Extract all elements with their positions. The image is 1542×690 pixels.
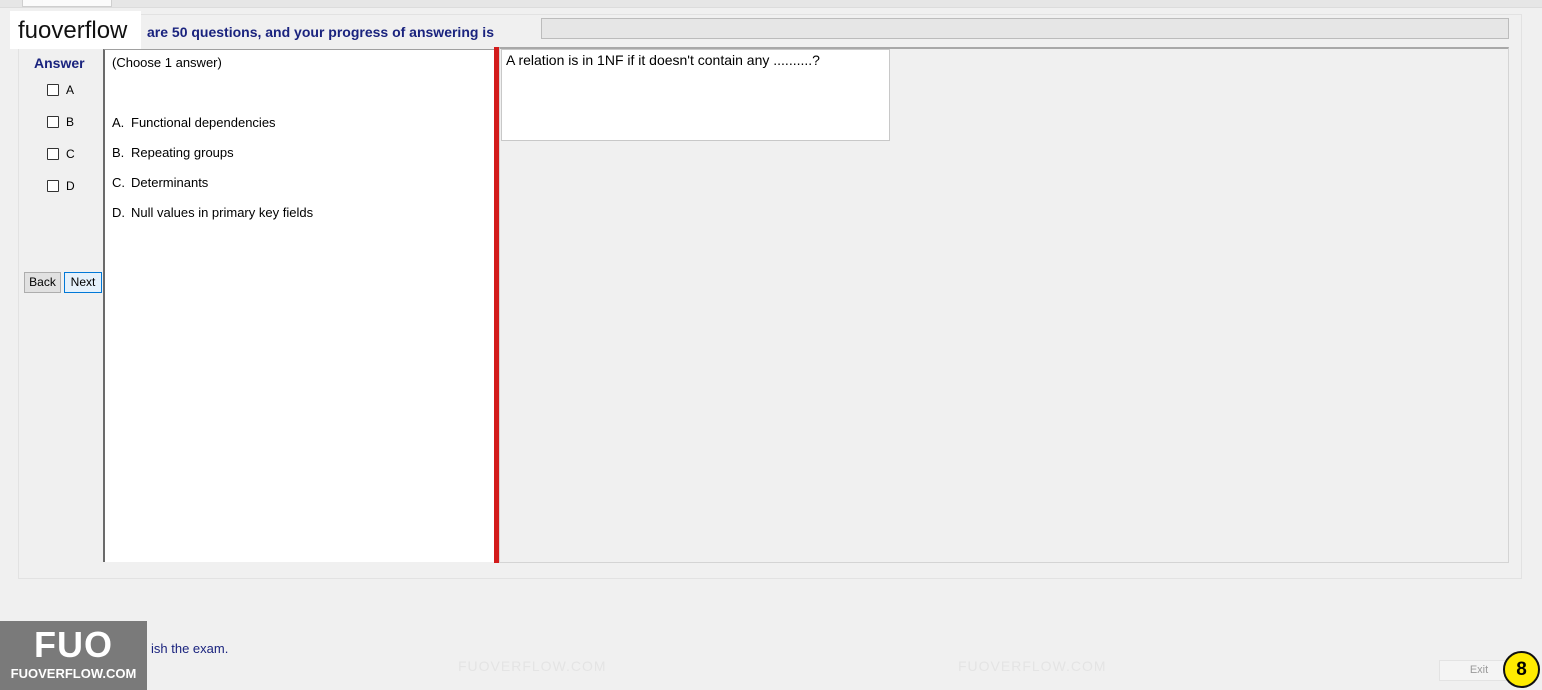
back-button[interactable]: Back <box>24 272 61 293</box>
answer-row: A. Functional dependencies <box>112 115 276 130</box>
site-logo: fuoverflow <box>10 11 141 49</box>
answer-row: B. Repeating groups <box>112 145 234 160</box>
answer-option-label: D <box>66 179 75 193</box>
checkbox-icon[interactable] <box>47 116 59 128</box>
answer-letter: C. <box>112 175 125 190</box>
answer-text: Determinants <box>131 175 209 190</box>
answer-title: Answer <box>34 55 85 71</box>
watermark: FUOVERFLOW.COM <box>958 658 1107 674</box>
top-tab[interactable] <box>22 0 112 7</box>
next-button[interactable]: Next <box>64 272 102 293</box>
question-text: A relation is in 1NF if it doesn't conta… <box>501 49 890 141</box>
choose-instruction: (Choose 1 answer) <box>112 55 222 70</box>
page-number-badge: 8 <box>1503 651 1540 688</box>
badge-title: FUO <box>34 624 113 665</box>
finish-label: ish the exam. <box>151 641 229 656</box>
watermark: FUOVERFLOW.COM <box>458 658 607 674</box>
progress-bar <box>541 18 1509 39</box>
answer-option-b[interactable]: B <box>47 115 74 129</box>
top-tab-strip <box>0 0 1542 8</box>
answer-option-label: B <box>66 115 75 129</box>
answer-row: C. Determinants <box>112 175 208 190</box>
badge-subtitle: FUOVERFLOW.COM <box>10 666 137 681</box>
checkbox-icon[interactable] <box>47 180 59 192</box>
fuo-watermark-badge: FUO FUOVERFLOW.COM <box>0 621 147 690</box>
answer-letter: A. <box>112 115 125 130</box>
answer-text: Functional dependencies <box>131 115 276 130</box>
answer-option-c[interactable]: C <box>47 147 75 161</box>
answers-panel: (Choose 1 answer) A. Functional dependenc… <box>103 49 495 562</box>
answer-text: Repeating groups <box>131 145 234 160</box>
answer-option-label: C <box>66 147 75 161</box>
answer-option-d[interactable]: D <box>47 179 75 193</box>
answer-option-label: A <box>66 83 75 97</box>
progress-label: are 50 questions, and your progress of a… <box>147 24 494 40</box>
answer-option-a[interactable]: A <box>47 83 74 97</box>
answer-text: Null values in primary key fields <box>131 205 314 220</box>
answer-letter: B. <box>112 145 125 160</box>
answer-letter: D. <box>112 205 125 220</box>
checkbox-icon[interactable] <box>47 148 59 160</box>
answer-row: D. Null values in primary key fields <box>112 205 313 220</box>
checkbox-icon[interactable] <box>47 84 59 96</box>
